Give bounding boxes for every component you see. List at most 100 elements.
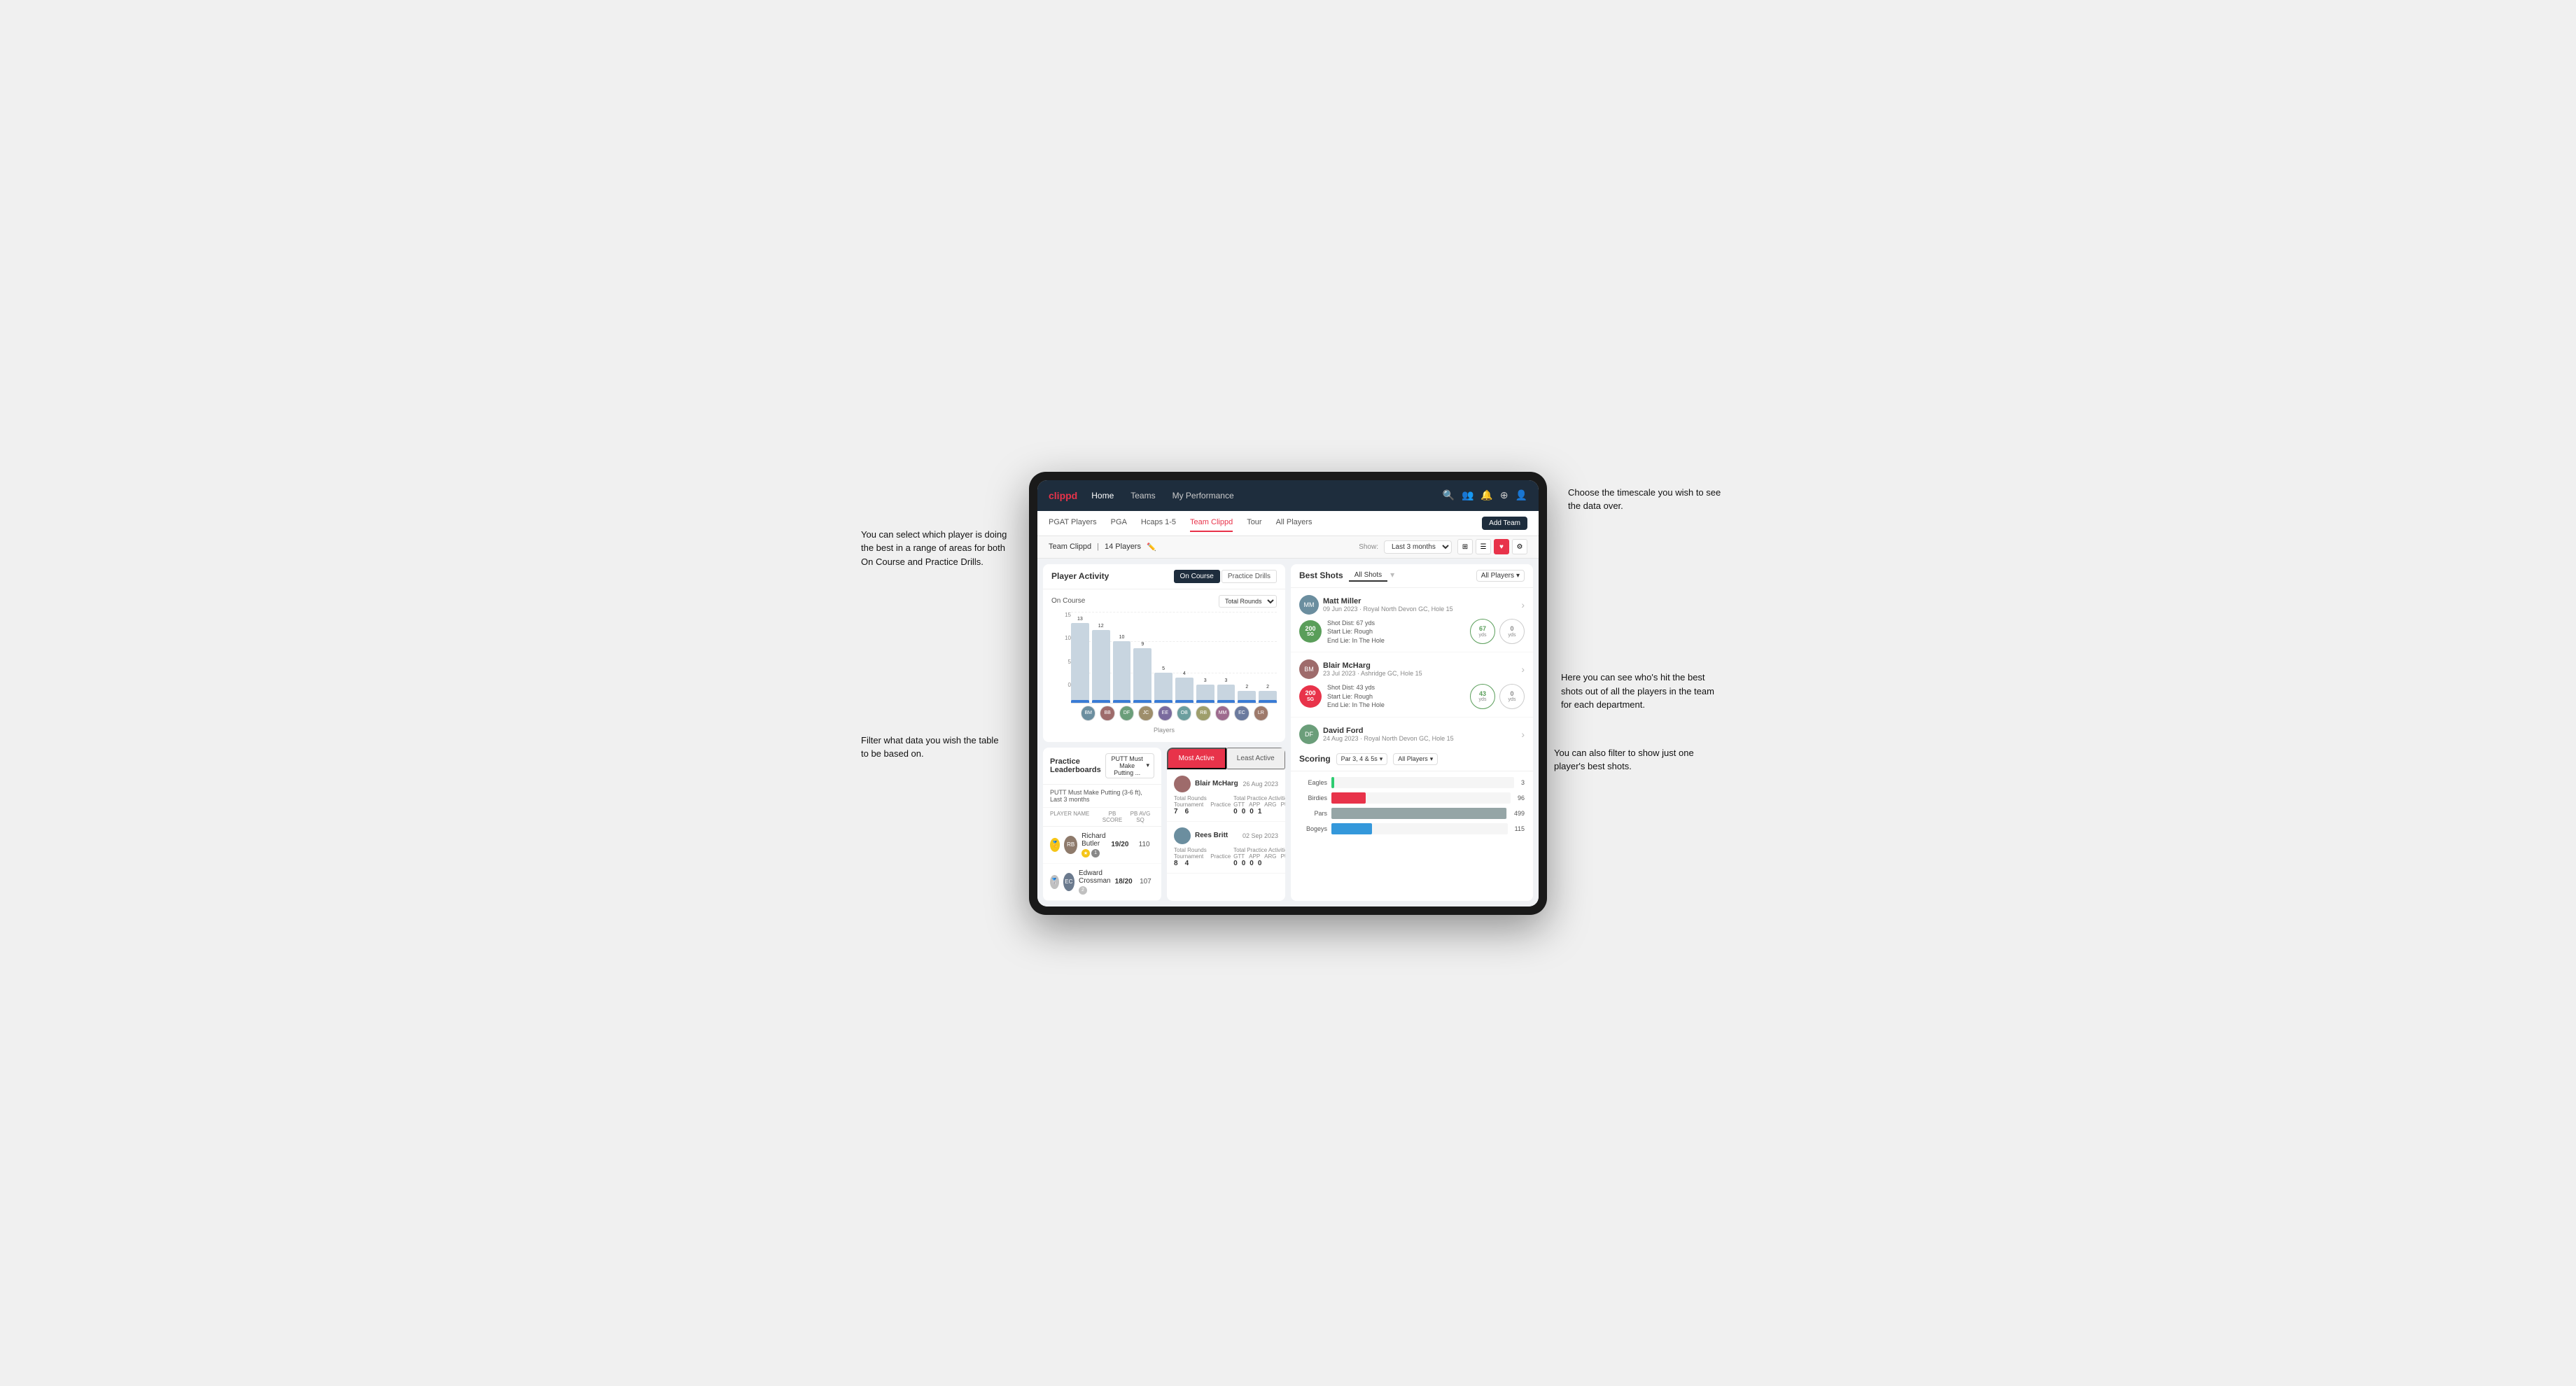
view-list-button[interactable]: ☰ [1476,539,1491,554]
pai-stats-2: Total Rounds Tournament Practice 8 4 [1174,847,1278,867]
shot-player-info-3: David Ford 24 Aug 2023 · Royal North Dev… [1323,727,1517,742]
lb-avatar-2: EC [1063,873,1074,891]
score-row-birdies: Birdies 96 [1299,792,1525,804]
avatar-r-butler: RB [1196,706,1210,721]
shot-player-name-1: Matt Miller [1323,597,1517,606]
users-icon[interactable]: 👥 [1462,489,1474,501]
best-shots-header: Best Shots All Shots ▾ All Players ▾ [1291,564,1533,588]
bar-m-miller: 3 [1217,612,1236,703]
tablet-screen: clippd Home Teams My Performance 🔍 👥 🔔 ⊕… [1037,480,1539,906]
score-row-pars: Pars 499 [1299,808,1525,819]
score-bar-bogeys [1331,823,1372,834]
avatar-d-ford: DF [1119,706,1134,721]
player-active-1: Blair McHarg 26 Aug 2023 Total Rounds To… [1167,770,1285,822]
show-label: Show: [1359,543,1378,551]
leaderboard-card: Practice Leaderboards PUTT Must Make Put… [1043,748,1161,901]
score-bar-eagles [1331,777,1334,788]
shot-stats-1: 67 yds 0 yds [1470,619,1525,644]
player-filter-label: All Players [1481,572,1514,580]
nav-icons: 🔍 👥 🔔 ⊕ 👤 [1443,489,1527,501]
toggle-group: On Course Practice Drills [1174,570,1277,583]
page-wrapper: Choose the timescale you wish to see the… [868,472,1708,915]
rank-gold-icon: 🥇 [1050,838,1060,852]
scoring-filter-1[interactable]: Par 3, 4 & 5s ▾ [1336,753,1388,765]
view-heart-button[interactable]: ♥ [1494,539,1509,554]
pai-name-1: Blair McHarg [1195,780,1238,788]
view-icons: ⊞ ☰ ♥ ⚙ [1457,539,1527,554]
scoring-card: Scoring Par 3, 4 & 5s ▾ All Players ▾ [1291,748,1533,901]
lb-col-player: PLAYER NAME [1050,811,1098,823]
sub-nav-tour[interactable]: Tour [1247,514,1261,532]
bar-b-britt: 12 [1092,612,1110,703]
view-settings-button[interactable]: ⚙ [1512,539,1527,554]
shot-player-row-3: DF David Ford 24 Aug 2023 · Royal North … [1299,724,1525,744]
shot-chevron-1: › [1521,599,1525,610]
shot-details-2: 200 SG Shot Dist: 43 ydsStart Lie: Rough… [1299,683,1525,710]
pai-stats-1: Total Rounds Tournament Practice 7 6 [1174,795,1278,816]
nav-link-performance[interactable]: My Performance [1170,489,1237,502]
add-team-button[interactable]: Add Team [1482,517,1527,530]
shot-item-1[interactable]: MM Matt Miller 09 Jun 2023 · Royal North… [1291,588,1533,653]
nav-link-home[interactable]: Home [1088,489,1116,502]
score-bar-container-bogeys [1331,823,1508,834]
shot-player-meta-2: 23 Jul 2023 · Ashridge GC, Hole 15 [1323,670,1517,677]
player-filter-dropdown[interactable]: All Players ▾ [1476,570,1525,582]
shot-player-row-2: BM Blair McHarg 23 Jul 2023 · Ashridge G… [1299,659,1525,679]
nav-links: Home Teams My Performance [1088,489,1431,502]
activity-title: Player Activity [1051,571,1174,581]
sub-nav-all-players[interactable]: All Players [1276,514,1312,532]
shot-badge-2: 200 SG [1299,685,1322,708]
bar-d-ford: 10 [1113,612,1131,703]
player-active-2: Rees Britt 02 Sep 2023 Total Rounds Tour… [1167,822,1285,874]
avatar-b-britt: BB [1100,706,1114,721]
time-select[interactable]: Last 3 months Last 6 months Last year [1384,540,1452,554]
shot-chevron-2: › [1521,664,1525,675]
user-icon[interactable]: 👤 [1516,489,1527,501]
chart-dropdown[interactable]: Total Rounds Fairways Hit [1219,595,1277,608]
sub-nav: PGAT Players PGA Hcaps 1-5 Team Clippd T… [1037,511,1539,536]
bell-icon[interactable]: 🔔 [1480,489,1492,501]
annotation-top-left: You can select which player is doing the… [861,528,1008,569]
avatar-e-crossman: EC [1234,706,1249,721]
score-label-eagles: Eagles [1299,779,1327,786]
shot-player-meta-1: 09 Jun 2023 · Royal North Devon GC, Hole… [1323,606,1517,612]
shot-chevron-3: › [1521,729,1525,740]
pai-name-2: Rees Britt [1195,832,1238,839]
shot-item-2[interactable]: BM Blair McHarg 23 Jul 2023 · Ashridge G… [1291,652,1533,718]
pai-avatar-2 [1174,827,1191,844]
bottom-left-section: Practice Leaderboards PUTT Must Make Put… [1043,748,1285,901]
score-label-bogeys: Bogeys [1299,825,1327,832]
avatar-b-mcharg: BM [1081,706,1096,721]
pai-date-2: 02 Sep 2023 [1242,832,1278,839]
team-header-left: Team Clippd | 14 Players ✏️ [1049,542,1359,552]
scoring-filter-2[interactable]: All Players ▾ [1393,753,1438,765]
tab-least-active[interactable]: Least Active [1226,748,1286,769]
pai-date-1: 26 Aug 2023 [1242,780,1278,788]
toggle-practice[interactable]: Practice Drills [1222,570,1277,583]
sub-nav-pgat[interactable]: PGAT Players [1049,514,1097,532]
shot-details-1: 200 SG Shot Dist: 67 ydsStart Lie: Rough… [1299,619,1525,645]
tab-most-active[interactable]: Most Active [1167,748,1226,769]
nav-link-teams[interactable]: Teams [1128,489,1158,502]
lb-col-avg: PB AVG SQ [1126,811,1154,823]
lb-score-1: 19/20 [1110,841,1130,848]
view-grid-button[interactable]: ⊞ [1457,539,1473,554]
bar-b-mcharg: 13 [1071,612,1089,703]
sub-nav-pga[interactable]: PGA [1111,514,1127,532]
plus-circle-icon[interactable]: ⊕ [1500,489,1508,501]
toggle-on-course[interactable]: On Course [1174,570,1220,583]
lb-dropdown[interactable]: PUTT Must Make Putting ... ▾ [1105,753,1154,778]
bar-o-billingham: 4 [1175,612,1194,703]
pai-avatar-1 [1174,776,1191,792]
tab-all-shots[interactable]: All Shots [1349,570,1387,582]
lb-subtitle: PUTT Must Make Putting (3-6 ft), Last 3 … [1043,785,1161,808]
search-icon[interactable]: 🔍 [1443,489,1455,501]
bar-r-butler: 3 [1196,612,1214,703]
avatar-m-miller: MM [1215,706,1230,721]
edit-icon[interactable]: ✏️ [1147,542,1156,552]
stat-end-1: 0 yds [1499,619,1525,644]
sub-nav-hcaps[interactable]: Hcaps 1-5 [1141,514,1176,532]
score-row-eagles: Eagles 3 [1299,777,1525,788]
sub-nav-team-clippd[interactable]: Team Clippd [1190,514,1233,532]
pai-top-2: Rees Britt 02 Sep 2023 [1174,827,1278,844]
